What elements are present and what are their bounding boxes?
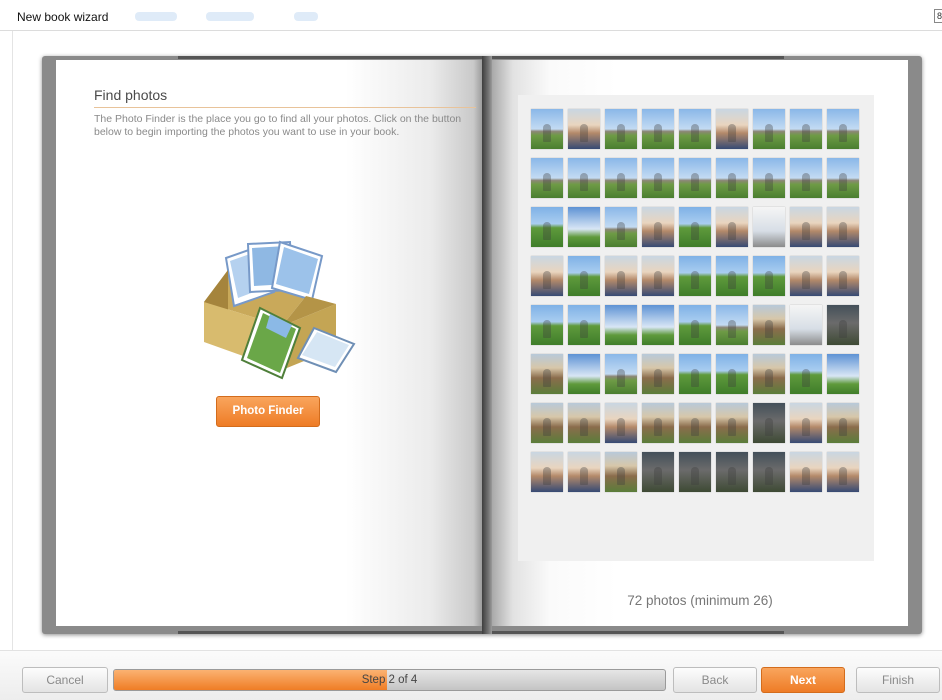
section-heading: Find photos	[94, 87, 476, 108]
photo-thumbnail[interactable]	[716, 305, 748, 345]
photo-thumbnail[interactable]	[679, 158, 711, 198]
photo-thumbnail[interactable]	[568, 158, 600, 198]
book-bottom-edge	[178, 631, 784, 634]
photo-thumbnail[interactable]	[790, 305, 822, 345]
photo-thumbnail[interactable]	[753, 403, 785, 443]
photo-thumbnail[interactable]	[642, 207, 674, 247]
photo-thumbnail[interactable]	[568, 256, 600, 296]
book-spine	[482, 56, 492, 634]
wizard-footer: Cancel Step 2 of 4 Back Next Finish	[0, 650, 942, 700]
photo-thumbnail[interactable]	[568, 305, 600, 345]
photo-thumbnail[interactable]	[679, 305, 711, 345]
photo-thumbnail[interactable]	[531, 109, 563, 149]
photo-thumbnail[interactable]	[790, 207, 822, 247]
photo-thumbnail[interactable]	[679, 403, 711, 443]
cancel-button[interactable]: Cancel	[22, 667, 108, 693]
photo-thumbnail[interactable]	[790, 403, 822, 443]
photo-thumbnail[interactable]	[716, 109, 748, 149]
photo-thumbnail[interactable]	[716, 452, 748, 492]
photo-thumbnail[interactable]	[568, 403, 600, 443]
photo-thumbnail[interactable]	[642, 158, 674, 198]
photo-thumbnail[interactable]	[605, 256, 637, 296]
photo-thumbnail[interactable]	[605, 158, 637, 198]
photo-thumbnail[interactable]	[531, 256, 563, 296]
window-control-icon[interactable]: 8	[934, 9, 942, 23]
progress-text: Step 2 of 4	[361, 674, 418, 686]
photo-thumbnail[interactable]	[531, 158, 563, 198]
photo-thumbnail[interactable]	[753, 256, 785, 296]
photo-thumbnail[interactable]	[568, 452, 600, 492]
photo-thumbnail[interactable]	[790, 109, 822, 149]
photo-thumbnail[interactable]	[827, 256, 859, 296]
photo-count: 72 photos (minimum 26)	[627, 593, 773, 608]
blurred-menu-item	[206, 12, 254, 21]
photo-thumbnail[interactable]	[753, 354, 785, 394]
photo-thumbnail[interactable]	[827, 109, 859, 149]
photo-thumbnail[interactable]	[716, 158, 748, 198]
photo-thumbnail[interactable]	[790, 158, 822, 198]
photo-thumbnail[interactable]	[531, 207, 563, 247]
photo-thumbnail[interactable]	[605, 109, 637, 149]
photo-thumbnail[interactable]	[679, 109, 711, 149]
photo-thumbnail[interactable]	[679, 207, 711, 247]
photo-thumbnail[interactable]	[568, 354, 600, 394]
photo-grid	[531, 109, 859, 492]
photo-thumbnail[interactable]	[716, 403, 748, 443]
photo-thumbnail[interactable]	[605, 207, 637, 247]
section-description: The Photo Finder is the place you go to …	[94, 113, 462, 138]
book-top-edge	[178, 56, 784, 59]
photo-thumbnail[interactable]	[531, 403, 563, 443]
photo-thumbnail[interactable]	[790, 256, 822, 296]
photo-thumbnail[interactable]	[827, 403, 859, 443]
photo-thumbnail[interactable]	[531, 452, 563, 492]
photo-thumbnail[interactable]	[568, 207, 600, 247]
photo-thumbnail[interactable]	[716, 354, 748, 394]
photo-thumbnail[interactable]	[827, 452, 859, 492]
photo-thumbnail[interactable]	[679, 354, 711, 394]
photo-thumbnail[interactable]	[642, 403, 674, 443]
photo-thumbnail[interactable]	[642, 354, 674, 394]
photo-thumbnail[interactable]	[642, 109, 674, 149]
photo-thumbnail[interactable]	[605, 305, 637, 345]
blurred-menu-item	[294, 12, 318, 21]
photo-thumbnail[interactable]	[642, 305, 674, 345]
photo-finder-button[interactable]: Photo Finder	[216, 396, 320, 427]
photo-thumbnail[interactable]	[716, 207, 748, 247]
photo-thumbnail[interactable]	[753, 207, 785, 247]
window-border	[12, 31, 13, 651]
photo-thumbnail[interactable]	[790, 354, 822, 394]
blurred-menu-item	[135, 12, 177, 21]
title-bar: New book wizard 8	[0, 0, 942, 31]
right-page: 72 photos (minimum 26)	[492, 60, 908, 626]
photo-thumbnail[interactable]	[531, 305, 563, 345]
photo-thumbnail[interactable]	[605, 452, 637, 492]
photo-thumbnail[interactable]	[827, 158, 859, 198]
photo-thumbnail[interactable]	[605, 354, 637, 394]
photo-thumbnail[interactable]	[827, 354, 859, 394]
photo-thumbnail[interactable]	[605, 403, 637, 443]
photo-thumbnail[interactable]	[827, 305, 859, 345]
photo-thumbnail[interactable]	[642, 256, 674, 296]
progress-bar: Step 2 of 4	[113, 669, 666, 691]
back-button[interactable]: Back	[673, 667, 757, 693]
photo-thumbnail[interactable]	[753, 158, 785, 198]
left-page: Find photos The Photo Finder is the plac…	[56, 60, 482, 626]
photo-thumbnail[interactable]	[753, 452, 785, 492]
next-button[interactable]: Next	[761, 667, 845, 693]
finish-button[interactable]: Finish	[856, 667, 940, 693]
photo-grid-panel	[518, 95, 874, 561]
photo-thumbnail[interactable]	[642, 452, 674, 492]
photo-thumbnail[interactable]	[790, 452, 822, 492]
photo-box-icon	[204, 240, 356, 380]
photo-thumbnail[interactable]	[827, 207, 859, 247]
photo-thumbnail[interactable]	[568, 109, 600, 149]
window-title: New book wizard	[17, 10, 109, 24]
photo-thumbnail[interactable]	[531, 354, 563, 394]
photo-thumbnail[interactable]	[716, 256, 748, 296]
photo-thumbnail[interactable]	[753, 109, 785, 149]
photo-thumbnail[interactable]	[679, 256, 711, 296]
book: Find photos The Photo Finder is the plac…	[42, 56, 922, 634]
photo-thumbnail[interactable]	[679, 452, 711, 492]
photo-thumbnail[interactable]	[753, 305, 785, 345]
